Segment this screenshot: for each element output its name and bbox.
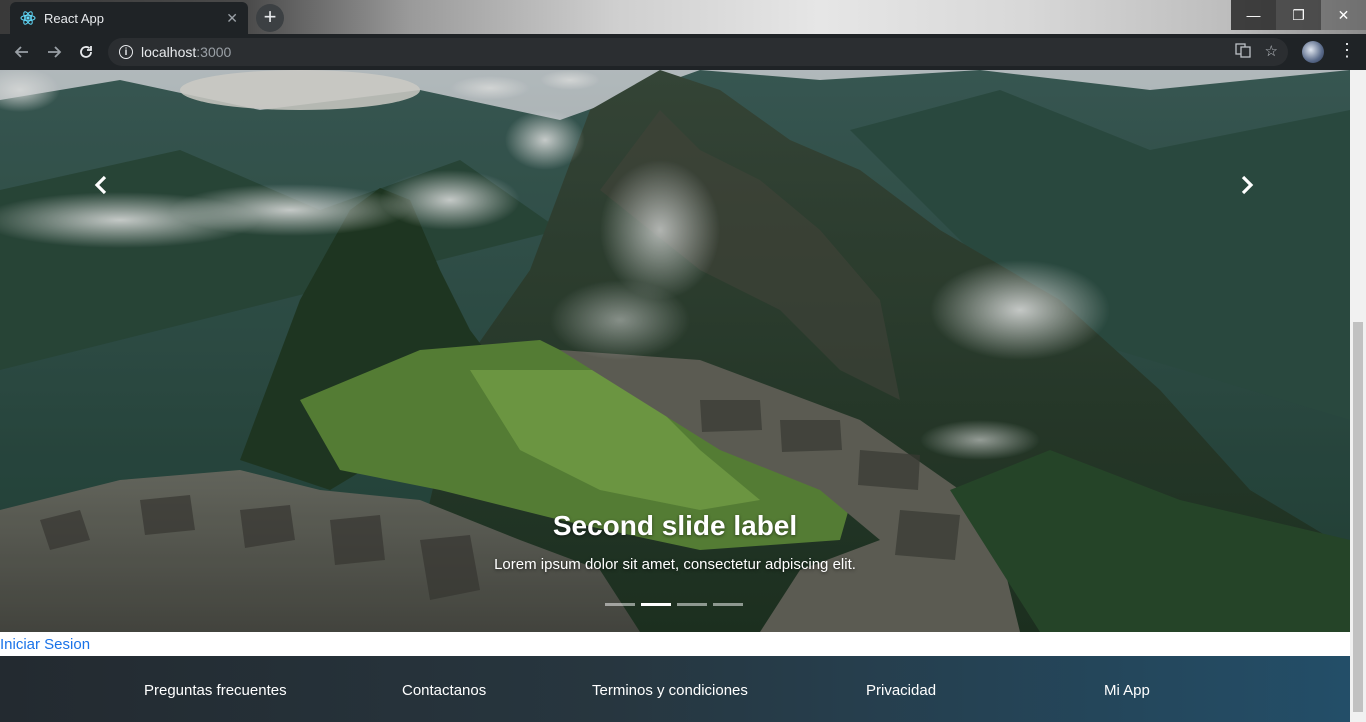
url-port: :3000 xyxy=(196,44,232,60)
maximize-button[interactable]: ❐ xyxy=(1276,0,1321,30)
browser-toolbar: i localhost:3000 ☆ ⋮ xyxy=(0,34,1366,70)
carousel-slide-image xyxy=(0,70,1350,632)
reload-icon xyxy=(80,46,92,58)
browser-tab-react-app[interactable]: React App ✕ xyxy=(10,2,248,34)
page-scrollbar[interactable] xyxy=(1350,70,1366,722)
carousel-indicator-4[interactable] xyxy=(713,603,743,606)
tab-title: React App xyxy=(44,10,104,26)
carousel-caption-title: Second slide label xyxy=(552,510,798,541)
address-bar[interactable]: i localhost:3000 ☆ xyxy=(108,38,1288,66)
login-link[interactable]: Iniciar Sesion xyxy=(0,636,90,653)
browser-menu-icon[interactable]: ⋮ xyxy=(1338,40,1356,61)
footer-link-privacy[interactable]: Privacidad xyxy=(866,682,936,699)
scrollbar-thumb[interactable] xyxy=(1353,322,1363,712)
profile-avatar[interactable] xyxy=(1302,41,1324,63)
arrow-right-icon xyxy=(48,46,62,58)
carousel-prev-button[interactable] xyxy=(86,170,116,200)
site-info-icon[interactable]: i xyxy=(119,45,133,59)
page-content: Second slide label Lorem ipsum dolor sit… xyxy=(0,70,1350,722)
new-tab-button[interactable]: + xyxy=(256,4,284,32)
window-controls: — ❐ ✕ xyxy=(1231,0,1366,30)
react-logo-icon xyxy=(20,10,36,26)
carousel-caption-text: Lorem ipsum dolor sit amet, consectetur … xyxy=(494,556,856,573)
carousel-indicator-1[interactable] xyxy=(605,603,635,606)
chevron-right-icon xyxy=(1241,175,1254,195)
carousel-indicator-3[interactable] xyxy=(677,603,707,606)
translate-icon[interactable] xyxy=(1234,42,1251,62)
url-host: localhost xyxy=(141,44,197,60)
carousel-next-button[interactable] xyxy=(1232,170,1262,200)
bookmark-star-icon[interactable]: ☆ xyxy=(1265,42,1278,62)
minimize-button[interactable]: — xyxy=(1231,0,1276,30)
arrow-left-icon xyxy=(14,46,28,58)
footer-link-faq[interactable]: Preguntas frecuentes xyxy=(144,682,287,699)
reload-button[interactable] xyxy=(70,36,102,68)
back-button[interactable] xyxy=(6,36,38,68)
footer-link-my-app[interactable]: Mi App xyxy=(1104,682,1150,699)
image-carousel: Second slide label Lorem ipsum dolor sit… xyxy=(0,70,1350,632)
forward-button[interactable] xyxy=(38,36,70,68)
browser-titlebar: React App ✕ + — ❐ ✕ xyxy=(0,0,1366,34)
close-window-button[interactable]: ✕ xyxy=(1321,0,1366,30)
footer-link-terms[interactable]: Terminos y condiciones xyxy=(592,682,748,699)
site-footer: Preguntas frecuentes Contactanos Termino… xyxy=(0,656,1350,722)
carousel-indicator-2[interactable] xyxy=(641,603,671,606)
footer-link-contact[interactable]: Contactanos xyxy=(402,682,486,699)
carousel-indicators xyxy=(605,603,743,606)
chevron-left-icon xyxy=(94,175,107,195)
tab-close-icon[interactable]: ✕ xyxy=(226,10,238,27)
